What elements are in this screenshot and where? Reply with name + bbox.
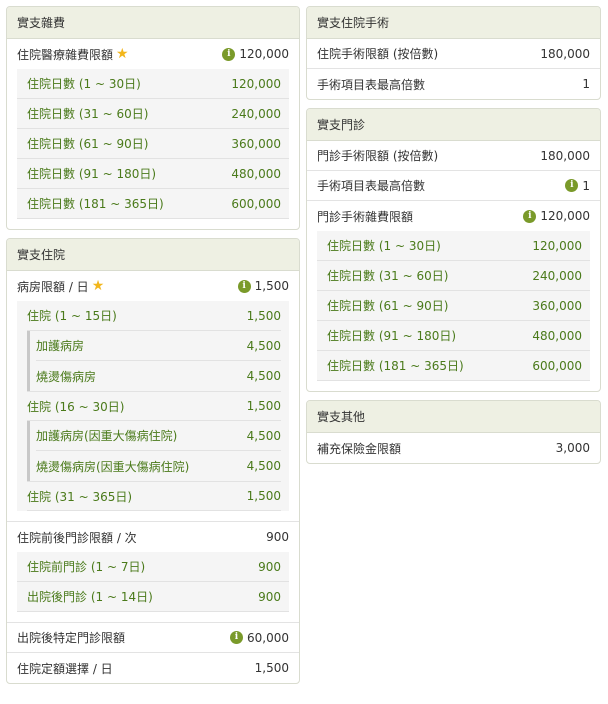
- hospital-card: 實支住院 病房限額 / 日 ★ i 1,500 住院 (1 ~ 15日) 1,500 …: [6, 238, 300, 684]
- list-item: 住院日數 (31 ~ 60日) 240,000: [317, 261, 590, 291]
- room-tiers-list: 住院 (1 ~ 15日) 1,500 加護病房 4,500 燒燙傷病房 4,500 住…: [17, 301, 289, 511]
- outpatient-items-list: 住院前門診 (1 ~ 7日) 900 出院後門診 (1 ~ 14日) 900: [17, 552, 289, 612]
- list-item: 住院日數 (181 ~ 365日) 600,000: [317, 351, 590, 381]
- fixed-amount-row: 住院定額選擇 / 日 1,500: [7, 653, 299, 683]
- outpatient-group: 住院前後門診限額 / 次 900 住院前門診 (1 ~ 7日) 900 出院後門診…: [7, 522, 299, 623]
- clinic-misc-value: 120,000: [540, 209, 590, 223]
- misc-limit-group: 住院醫療雜費限額 ★ i 120,000 住院日數 (1 ~ 30日) 120,000…: [7, 39, 299, 229]
- other-header: 實支其他: [307, 401, 600, 433]
- fixed-amount-label: 住院定額選擇 / 日: [17, 661, 113, 676]
- info-icon[interactable]: i: [230, 631, 243, 644]
- other-card: 實支其他 補充保險金限額 3,000: [306, 400, 601, 464]
- list-item: 住院日數 (1 ~ 30日) 120,000: [317, 231, 590, 261]
- list-item: 住院 (31 ~ 365日) 1,500: [27, 481, 281, 511]
- outpatient-value: 900: [266, 530, 289, 544]
- info-icon[interactable]: i: [222, 47, 236, 61]
- outpatient-label: 住院前後門診限額 / 次: [17, 530, 137, 545]
- list-item: 住院日數 (91 ~ 180日) 480,000: [317, 321, 590, 351]
- list-item: 加護病房 4,500: [36, 331, 281, 361]
- clinic-header: 實支門診: [307, 109, 600, 141]
- list-item: 加護病房(因重大傷病住院) 4,500: [36, 421, 281, 451]
- list-item: 住院日數 (1 ~ 30日) 120,000: [17, 69, 289, 99]
- left-column: 實支雜費 住院醫療雜費限額 ★ i 120,000 住院日數 (1 ~ 30日) 12…: [6, 6, 300, 692]
- misc-limit-row: 住院醫療雜費限額 ★ i 120,000: [7, 39, 299, 69]
- star-icon: ★: [116, 46, 129, 62]
- hospital-header: 實支住院: [7, 239, 299, 271]
- room-limit-row: 病房限額 / 日 ★ i 1,500: [7, 271, 299, 301]
- list-item: 住院日數 (61 ~ 90日) 360,000: [317, 291, 590, 321]
- list-item: 住院日數 (91 ~ 180日) 480,000: [17, 159, 289, 189]
- surgery-header: 實支住院手術: [307, 7, 600, 39]
- misc-expense-header: 實支雜費: [7, 7, 299, 39]
- info-icon[interactable]: i: [237, 279, 251, 293]
- clinic-surgery-limit-row: 門診手術限額 (按倍數) 180,000: [307, 141, 600, 171]
- clinic-card: 實支門診 門診手術限額 (按倍數) 180,000 手術項目表最高倍數 i1 門診…: [306, 108, 601, 392]
- star-icon: ★: [91, 278, 105, 294]
- surgery-card: 實支住院手術 住院手術限額 (按倍數) 180,000 手術項目表最高倍數 1: [306, 6, 601, 100]
- clinic-misc-label: 門診手術雜費限額: [317, 209, 414, 224]
- list-item: 燒燙傷病房(因重大傷病住院) 4,500: [36, 459, 281, 474]
- misc-expense-card: 實支雜費 住院醫療雜費限額 ★ i 120,000 住院日數 (1 ~ 30日) 12…: [6, 6, 300, 230]
- supplement-row: 補充保險金限額 3,000: [317, 441, 590, 456]
- info-icon[interactable]: i: [565, 179, 579, 192]
- clinic-misc-row: 門診手術雜費限額 i 120,000: [307, 201, 600, 231]
- list-item: 燒燙傷病房 4,500: [36, 369, 281, 384]
- clinic-items-list: 住院日數 (1 ~ 30日) 120,000 住院日數 (31 ~ 60日) 240…: [317, 231, 590, 381]
- list-item: 住院日數 (181 ~ 365日) 600,000: [17, 189, 289, 219]
- room-limit-value: 1,500: [254, 279, 289, 293]
- room-limit-group: 病房限額 / 日 ★ i 1,500 住院 (1 ~ 15日) 1,500 加護病房 4…: [7, 271, 299, 522]
- list-item: 住院前門診 (1 ~ 7日) 900: [17, 552, 289, 582]
- special-outpatient-value: 60,000: [247, 630, 289, 645]
- special-outpatient-row: 出院後特定門診限額 i 60,000: [7, 623, 299, 653]
- surgery-row: 手術項目表最高倍數 1: [317, 77, 590, 92]
- sub-list: 加護病房(因重大傷病住院) 4,500 燒燙傷病房(因重大傷病住院) 4,500: [27, 421, 281, 481]
- list-item: 住院日數 (61 ~ 90日) 360,000: [17, 129, 289, 159]
- list-item: 住院 (1 ~ 15日) 1,500: [27, 301, 281, 331]
- outpatient-row: 住院前後門診限額 / 次 900: [7, 522, 299, 552]
- info-icon[interactable]: i: [523, 209, 537, 223]
- misc-items-list: 住院日數 (1 ~ 30日) 120,000 住院日數 (31 ~ 60日) 240…: [17, 69, 289, 219]
- list-item: 出院後門診 (1 ~ 14日) 900: [17, 582, 289, 612]
- clinic-misc-group: 門診手術雜費限額 i 120,000 住院日數 (1 ~ 30日) 120,000 …: [307, 201, 600, 391]
- room-limit-label: 病房限額 / 日: [17, 279, 89, 294]
- right-column: 實支住院手術 住院手術限額 (按倍數) 180,000 手術項目表最高倍數 1 實支…: [306, 6, 601, 472]
- clinic-multiplier-row: 手術項目表最高倍數 i1: [307, 171, 600, 201]
- misc-limit-value: 120,000: [239, 47, 289, 61]
- list-item: 住院日數 (31 ~ 60日) 240,000: [17, 99, 289, 129]
- special-outpatient-label: 出院後特定門診限額: [17, 631, 126, 645]
- fixed-amount-value: 1,500: [254, 661, 289, 675]
- sub-list: 加護病房 4,500 燒燙傷病房 4,500: [27, 331, 281, 391]
- list-item: 住院 (16 ~ 30日) 1,500: [27, 391, 281, 421]
- misc-limit-label: 住院醫療雜費限額: [17, 47, 114, 62]
- surgery-row: 住院手術限額 (按倍數) 180,000: [307, 39, 600, 69]
